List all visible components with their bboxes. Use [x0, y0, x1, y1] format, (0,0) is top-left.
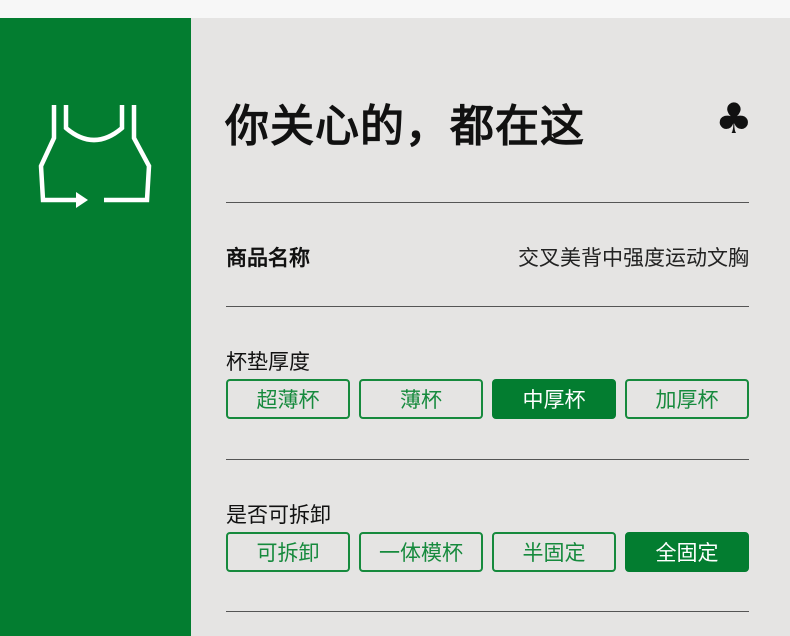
removable-options: 可拆卸 一体模杯 半固定 全固定: [226, 532, 749, 572]
product-name-label: 商品名称: [226, 246, 310, 270]
divider: [226, 459, 749, 460]
removable-option-removable[interactable]: 可拆卸: [226, 532, 350, 572]
removable-option-fully-fixed[interactable]: 全固定: [625, 532, 749, 572]
divider: [226, 611, 749, 612]
club-icon: ♣: [715, 94, 753, 143]
cup-thickness-label: 杯垫厚度: [226, 350, 310, 374]
cup-option-medium-thick[interactable]: 中厚杯: [492, 379, 616, 419]
divider: [226, 202, 749, 203]
cup-thickness-options: 超薄杯 薄杯 中厚杯 加厚杯: [226, 379, 749, 419]
cup-option-extra-thick[interactable]: 加厚杯: [625, 379, 749, 419]
spec-panel: 你关心的，都在这 ♣ 商品名称 交叉美背中强度运动文胸 杯垫厚度 超薄杯 薄杯 …: [191, 18, 790, 636]
cup-option-ultra-thin[interactable]: 超薄杯: [226, 379, 350, 419]
sports-bra-icon: [38, 105, 152, 208]
product-name-value: 交叉美背中强度运动文胸: [518, 246, 749, 270]
side-panel: [0, 18, 191, 636]
removable-option-semi-fixed[interactable]: 半固定: [492, 532, 616, 572]
cup-option-thin[interactable]: 薄杯: [359, 379, 483, 419]
page-title: 你关心的，都在这: [225, 101, 585, 152]
divider: [226, 306, 749, 307]
top-strip: [0, 0, 790, 18]
removable-label: 是否可拆卸: [226, 503, 331, 527]
removable-option-molded[interactable]: 一体模杯: [359, 532, 483, 572]
